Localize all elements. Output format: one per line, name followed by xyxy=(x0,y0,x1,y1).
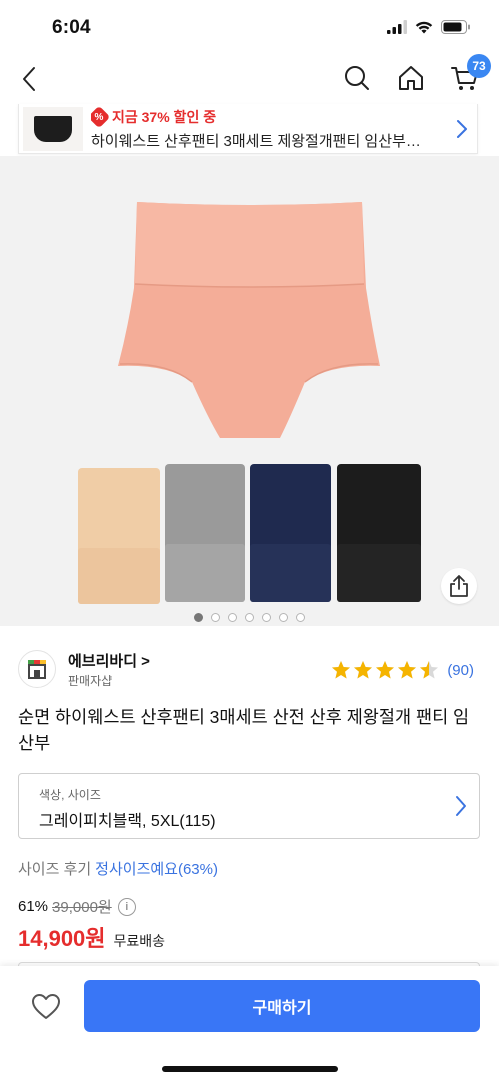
rating-stars xyxy=(331,660,439,680)
signal-icon xyxy=(387,20,407,34)
product-title: 순면 하이웨스트 산후팬티 3매세트 산전 산후 제왕절개 팬티 임산부 xyxy=(18,707,470,753)
seller-logo xyxy=(18,650,56,688)
option-selector[interactable]: 색상, 사이즈 그레이피치블랙, 5XL(115) xyxy=(18,773,480,839)
star-icon xyxy=(420,661,439,679)
promo-product-name: 하이웨스트 산후팬티 3매세트 제왕절개팬티 임산부… xyxy=(91,132,421,150)
share-button[interactable] xyxy=(441,568,477,604)
home-indicator xyxy=(162,1066,338,1072)
top-nav-bar: 73 xyxy=(0,54,499,104)
gallery-dot[interactable] xyxy=(262,613,271,622)
star-icon xyxy=(332,661,351,679)
buy-button[interactable]: 구매하기 xyxy=(84,980,480,1032)
option-label: 색상, 사이즈 xyxy=(39,788,101,802)
nav-actions: 73 xyxy=(339,54,491,96)
home-icon xyxy=(399,66,423,90)
status-bar: 6:04 xyxy=(0,0,499,56)
gallery-dot[interactable] xyxy=(211,613,220,622)
info-icon[interactable]: i xyxy=(117,897,136,916)
size-review[interactable]: 사이즈 후기 정사이즈예요(63%) xyxy=(18,858,218,879)
discount-badge-icon: % xyxy=(91,106,111,128)
review-count[interactable]: (90) xyxy=(447,662,474,679)
product-photo xyxy=(0,156,499,626)
search-button[interactable] xyxy=(339,60,375,96)
battery-icon xyxy=(441,20,470,34)
promo-banner[interactable]: % 지금 37% 할인 중 하이웨스트 산후팬티 3매세트 제왕절개팬티 임산부… xyxy=(18,104,478,154)
star-icon xyxy=(354,661,373,679)
promo-discount-text: 지금 37% 할인 중 xyxy=(112,108,217,125)
share-icon xyxy=(450,575,468,597)
sale-price: 14,900원 xyxy=(18,926,106,951)
status-time: 6:04 xyxy=(52,17,91,38)
chevron-left-icon xyxy=(23,67,35,91)
gallery-dot[interactable] xyxy=(194,613,203,622)
bottom-action-bar: 구매하기 xyxy=(0,966,499,1080)
promo-discount: % 지금 37% 할인 중 xyxy=(91,106,447,128)
shipping-info: 무료배송 xyxy=(113,933,166,949)
cart-button[interactable]: 73 xyxy=(447,54,491,96)
promo-text: % 지금 37% 할인 중 하이웨스트 산후팬티 3매세트 제왕절개팬티 임산부… xyxy=(91,106,447,151)
search-icon xyxy=(345,66,369,90)
promo-thumbnail xyxy=(23,106,83,151)
size-review-label: 사이즈 후기 xyxy=(18,861,92,878)
wifi-icon xyxy=(415,21,433,34)
seller-name[interactable]: 에브리바디 > xyxy=(68,650,150,671)
heart-icon xyxy=(32,993,60,1019)
product-image-gallery[interactable] xyxy=(0,156,499,626)
store-icon xyxy=(28,660,46,679)
gallery-dot[interactable] xyxy=(279,613,288,622)
wishlist-button[interactable] xyxy=(26,986,66,1026)
gallery-dot[interactable] xyxy=(245,613,254,622)
seller-row[interactable]: 에브리바디 > 판매자샵 (90) xyxy=(18,648,480,692)
option-value: 그레이피치블랙, 5XL(115) xyxy=(39,813,216,830)
gallery-dot[interactable] xyxy=(228,613,237,622)
price-block: 61% 39,000원 i 14,900원 무료배송 xyxy=(18,896,165,953)
home-button[interactable] xyxy=(393,60,429,96)
gallery-pagination xyxy=(0,613,499,622)
seller-subtitle: 판매자샵 xyxy=(68,674,113,688)
star-icon xyxy=(376,661,395,679)
rating[interactable]: (90) xyxy=(331,660,474,680)
price-row: 14,900원 무료배송 xyxy=(18,921,165,953)
back-button[interactable] xyxy=(12,62,46,96)
chevron-right-icon xyxy=(447,119,477,139)
discount-row: 61% 39,000원 i xyxy=(18,896,165,917)
chevron-right-icon xyxy=(455,795,467,822)
discount-rate: 61% xyxy=(18,898,49,915)
gallery-dot[interactable] xyxy=(296,613,305,622)
status-icons xyxy=(387,20,471,34)
cart-count-badge: 73 xyxy=(467,54,491,78)
size-review-value[interactable]: 정사이즈예요(63%) xyxy=(95,861,218,878)
original-price: 39,000원 xyxy=(52,899,112,916)
star-icon xyxy=(398,661,417,679)
